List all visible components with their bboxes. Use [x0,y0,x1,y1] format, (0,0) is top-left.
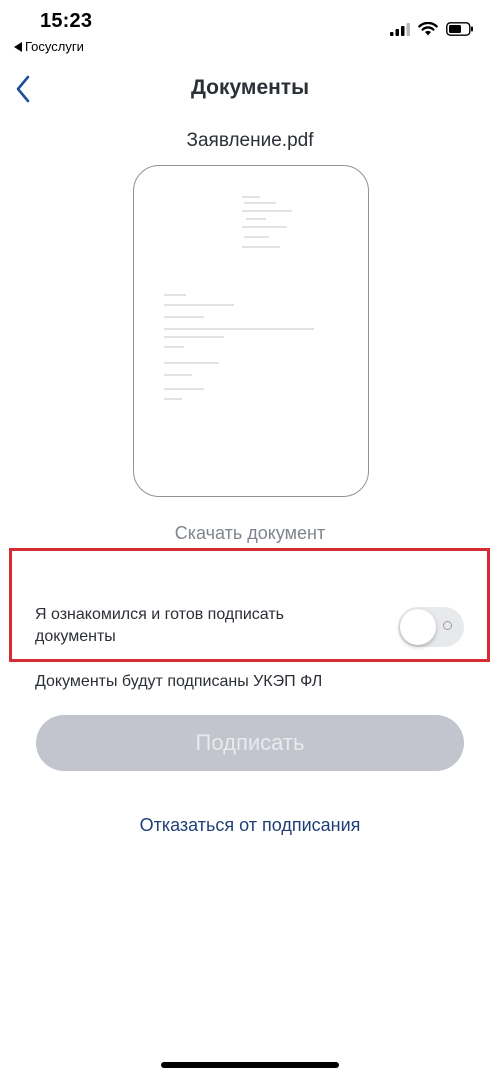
document-file-name: Заявление.pdf [186,130,314,151]
download-document-link[interactable]: Скачать документ [0,523,500,544]
consent-toggle[interactable] [398,607,464,647]
sign-button[interactable]: Подписать [36,715,464,771]
toggle-knob [400,609,436,645]
battery-icon [446,22,473,36]
status-time: 15:23 [40,10,93,32]
toggle-off-indicator-icon [443,621,452,630]
home-indicator[interactable] [161,1062,339,1068]
signature-type-note: Документы будут подписаны УКЭП ФЛ [35,673,323,690]
status-back-app-label: Госуслуги [25,39,84,54]
wifi-icon [418,22,438,36]
document-preview[interactable] [133,165,369,497]
page-title: Документы [190,76,310,99]
back-triangle-icon [14,41,22,52]
consent-label: Я ознакомился и готов подписать документ… [35,606,285,645]
status-back-app[interactable]: Госуслуги [14,39,84,54]
decline-signing-link[interactable]: Отказаться от подписания [0,815,500,836]
signal-icon [390,22,410,36]
status-icons [390,22,474,36]
screen: 15:23 Госуслуги Документы Заявление.pdf [0,0,500,1080]
